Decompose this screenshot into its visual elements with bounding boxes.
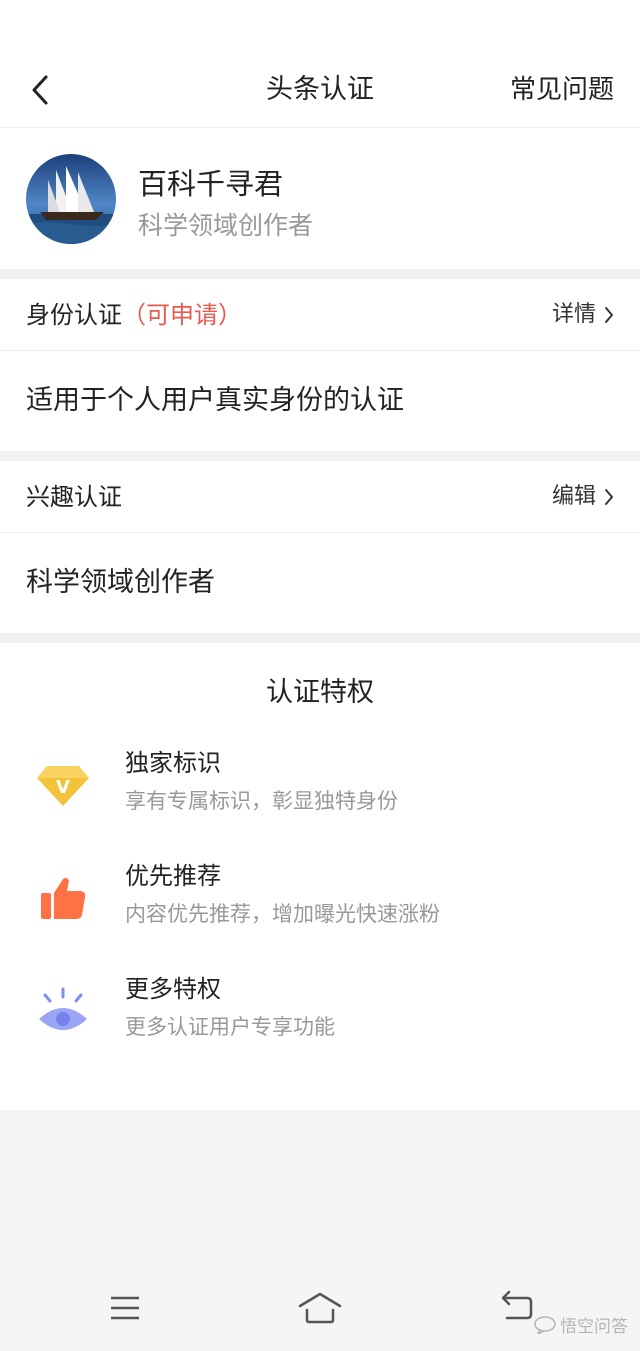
home-icon[interactable] <box>297 1290 343 1326</box>
identity-card-description: 适用于个人用户真实身份的认证 <box>26 385 404 416</box>
privilege-name: 独家标识 <box>125 749 221 777</box>
section-divider <box>0 451 640 461</box>
section-divider <box>0 633 640 643</box>
identity-card-title: 身份认证（可申请） <box>26 279 242 351</box>
thumbs-up-icon <box>36 872 90 926</box>
chevron-right-icon <box>605 307 613 323</box>
details-label: 详情 <box>551 302 596 327</box>
privileges-section: 认证特权 V 独家标识 享有专属标识，彰显独特身份 优先推荐 内容优先推荐，增加… <box>0 643 640 1110</box>
status-bar <box>0 0 640 52</box>
privileges-title: 认证特权 <box>266 677 374 708</box>
privilege-name: 优先推荐 <box>125 862 221 890</box>
privilege-description: 内容优先推荐，增加曝光快速涨粉 <box>125 902 440 926</box>
interest-card-title: 兴趣认证 <box>26 483 122 511</box>
diamond-v-icon: V <box>36 759 90 813</box>
privilege-item-more: 更多特权 更多认证用户专享功能 <box>0 969 640 1082</box>
privilege-item-priority-recommend: 优先推荐 内容优先推荐，增加曝光快速涨粉 <box>0 856 640 969</box>
privilege-item-exclusive-badge: V 独家标识 享有专属标识，彰显独特身份 <box>0 743 640 856</box>
identity-verification-card: 身份认证（可申请） 详情 适用于个人用户真实身份的认证 <box>0 279 640 451</box>
edit-label: 编辑 <box>551 484 596 509</box>
section-divider <box>0 269 640 279</box>
applicable-tag: （可申请） <box>122 301 242 329</box>
profile-subtitle: 科学领域创作者 <box>138 211 314 240</box>
profile-name: 百科千寻君 <box>138 167 284 201</box>
interest-verification-card: 兴趣认证 编辑 科学领域创作者 <box>0 461 640 633</box>
identity-title-label: 身份认证 <box>26 301 122 329</box>
interest-card-header: 兴趣认证 编辑 <box>0 461 640 533</box>
back-nav-icon[interactable] <box>497 1290 537 1326</box>
edit-button[interactable]: 编辑 <box>552 461 614 533</box>
menu-icon[interactable] <box>105 1290 145 1326</box>
privilege-description: 更多认证用户专享功能 <box>125 1015 335 1039</box>
eye-icon <box>36 985 90 1039</box>
watermark: 悟空问答 <box>534 1312 628 1337</box>
sailing-ship-avatar-image <box>26 154 116 244</box>
identity-card-header: 身份认证（可申请） 详情 <box>0 279 640 351</box>
system-navigation-bar: 悟空问答 <box>0 1266 640 1351</box>
interest-card-description: 科学领域创作者 <box>26 567 215 598</box>
details-button[interactable]: 详情 <box>552 279 614 351</box>
privilege-name: 更多特权 <box>125 975 221 1003</box>
privilege-description: 享有专属标识，彰显独特身份 <box>125 789 398 813</box>
avatar[interactable] <box>26 154 116 244</box>
profile-section: 百科千寻君 科学领域创作者 <box>0 128 640 269</box>
chevron-right-icon <box>605 489 613 505</box>
faq-link[interactable]: 常见问题 <box>510 52 614 128</box>
nav-bar: 头条认证 常见问题 <box>0 52 640 128</box>
svg-text:V: V <box>56 777 70 798</box>
watermark-text: 悟空问答 <box>560 1317 628 1337</box>
chat-bubble-icon <box>534 1315 556 1334</box>
